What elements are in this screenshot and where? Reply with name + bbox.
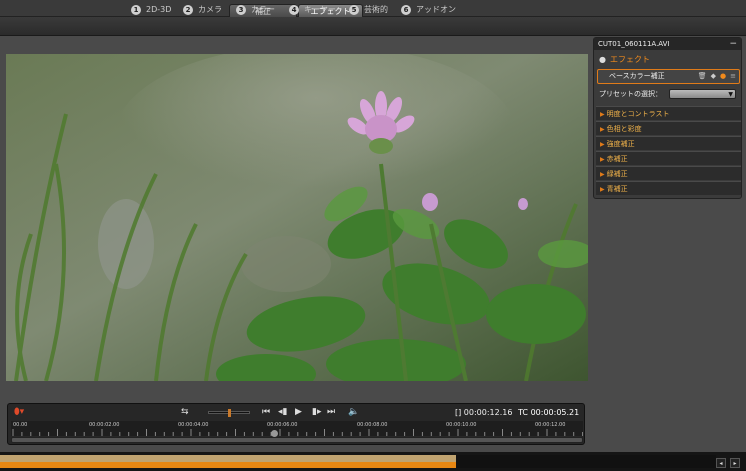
- clip-bar[interactable]: [0, 455, 456, 462]
- section-label: 明度とコントラスト: [606, 110, 670, 118]
- current-timecode-value: 00:00:05.21: [530, 408, 580, 417]
- ruler-label: 00:00:12.00: [535, 422, 566, 428]
- step-label: アッドオン: [416, 5, 456, 14]
- timeline-ruler[interactable]: 00.00 00:00:02.00 00:00:04.00 00:00:06.0…: [11, 421, 583, 436]
- transport-panel: ⬮▾ ⇆ ⏮ ◂▮ ▶ ▮▸ ⏭ 🔈 [] 00:00:12.16 TC 00:…: [7, 403, 585, 445]
- grip-icon[interactable]: ≡: [730, 70, 736, 83]
- tc-label: TC: [518, 408, 529, 417]
- step-forward-icon[interactable]: ▮▸: [312, 404, 321, 421]
- effect-heading[interactable]: ● エフェクト: [594, 52, 741, 67]
- ruler-label: 00:00:10.00: [446, 422, 477, 428]
- timeline-scrollbar[interactable]: [11, 437, 583, 443]
- expand-arrow-icon: ▶: [600, 111, 605, 118]
- expand-arrow-icon: ▶: [600, 126, 605, 133]
- section-intensity[interactable]: ▶ 強度補正: [596, 136, 741, 150]
- chevron-down-icon: ▼: [728, 91, 733, 98]
- step-addon[interactable]: 6 アッドオン: [401, 3, 456, 16]
- expand-arrow-icon: ▶: [600, 156, 605, 163]
- effect-category-bar: [0, 17, 746, 36]
- effect-item-controls: 🗑 ◆ ● ≡: [698, 70, 736, 83]
- step-number: 2: [183, 4, 193, 15]
- ruler-label: 00:00:04.00: [178, 422, 209, 428]
- step-label: 2D-3D: [146, 5, 172, 14]
- effect-heading-label: エフェクト: [610, 55, 650, 64]
- section-red[interactable]: ▶ 赤補正: [596, 151, 741, 165]
- expand-arrow-icon: ▶: [600, 171, 605, 178]
- duration-timecode: [] 00:00:12.16: [455, 408, 513, 417]
- step-number: 6: [401, 4, 411, 15]
- step-color[interactable]: 3 カラー: [236, 3, 275, 16]
- go-to-end-icon[interactable]: ⏭: [327, 404, 335, 421]
- section-label: 色相と彩度: [606, 125, 642, 133]
- ruler-label: 00:00:08.00: [357, 422, 388, 428]
- preset-dropdown[interactable]: ▼: [669, 89, 736, 99]
- section-label: 青補正: [606, 185, 628, 193]
- base-color-correction-item[interactable]: ベースカラー補正 🗑 ◆ ● ≡: [597, 69, 740, 84]
- step-keyer[interactable]: 4 キーヤー: [289, 3, 336, 16]
- section-brightness-contrast[interactable]: ▶ 明度とコントラスト: [596, 106, 741, 120]
- current-timecode: TC 00:00:05.21: [518, 404, 579, 421]
- marker-icon[interactable]: ⬮▾: [14, 404, 24, 421]
- volume-icon[interactable]: 🔈: [348, 404, 359, 421]
- panel-file-name: CUT01_060111A.AVI: [594, 38, 741, 50]
- section-label: 緑補正: [606, 170, 628, 178]
- bullet-icon: ●: [599, 55, 606, 64]
- empty-track: [456, 455, 716, 468]
- step-number: 1: [131, 4, 141, 15]
- step-number: 5: [349, 4, 359, 15]
- expand-arrow-icon: ▶: [600, 186, 605, 193]
- step-number: 3: [236, 4, 246, 15]
- diamond-icon[interactable]: ◆: [711, 70, 716, 83]
- transport-controls: ⬮▾ ⇆ ⏮ ◂▮ ▶ ▮▸ ⏭ 🔈 [] 00:00:12.16 TC 00:…: [8, 404, 584, 421]
- step-label: カメラ: [198, 5, 222, 14]
- step-back-icon[interactable]: ◂▮: [278, 404, 287, 421]
- section-green[interactable]: ▶ 緑補正: [596, 166, 741, 180]
- clip-progress-bar[interactable]: [0, 462, 456, 468]
- minimize-icon[interactable]: −: [729, 38, 737, 50]
- step-number: 4: [289, 4, 299, 15]
- step-label: カラー: [251, 5, 275, 14]
- ruler-label: 00:00:02.00: [89, 422, 120, 428]
- ruler-label: 00:00:06.00: [267, 422, 298, 428]
- section-hue-saturation[interactable]: ▶ 色相と彩度: [596, 121, 741, 135]
- ruler-label: 00.00: [13, 422, 28, 428]
- section-label: 強度補正: [606, 140, 635, 148]
- play-icon[interactable]: ▶: [295, 404, 302, 421]
- step-2d-3d[interactable]: 1 2D-3D: [131, 3, 171, 16]
- video-preview: [6, 54, 588, 381]
- step-label: 芸術的: [364, 5, 388, 14]
- expand-arrow-icon: ▶: [600, 141, 605, 148]
- effects-panel: CUT01_060111A.AVI − ● エフェクト ベースカラー補正 🗑 ◆…: [593, 37, 742, 199]
- toggle-dot-icon[interactable]: ●: [720, 70, 726, 83]
- preset-select-label: プリセットの選択：: [599, 90, 662, 98]
- section-blue[interactable]: ▶ 青補正: [596, 181, 741, 195]
- section-label: 赤補正: [606, 155, 628, 163]
- step-camera[interactable]: 2 カメラ: [183, 3, 222, 16]
- step-label: キーヤー: [304, 5, 336, 14]
- trash-icon[interactable]: 🗑: [698, 70, 707, 83]
- duration-value: 00:00:12.16: [463, 408, 513, 417]
- shuttle-knob[interactable]: [228, 409, 231, 417]
- playhead[interactable]: [270, 430, 278, 437]
- loop-icon[interactable]: ⇆: [181, 404, 189, 421]
- preview-image: [6, 54, 588, 381]
- shuttle-slider[interactable]: [208, 409, 250, 417]
- go-to-start-icon[interactable]: ⏮: [262, 404, 270, 421]
- scroll-right-icon[interactable]: ▸: [730, 458, 740, 468]
- step-artistic[interactable]: 5 芸術的: [349, 3, 388, 16]
- scroll-left-icon[interactable]: ◂: [716, 458, 726, 468]
- base-color-label: ベースカラー補正: [609, 72, 665, 80]
